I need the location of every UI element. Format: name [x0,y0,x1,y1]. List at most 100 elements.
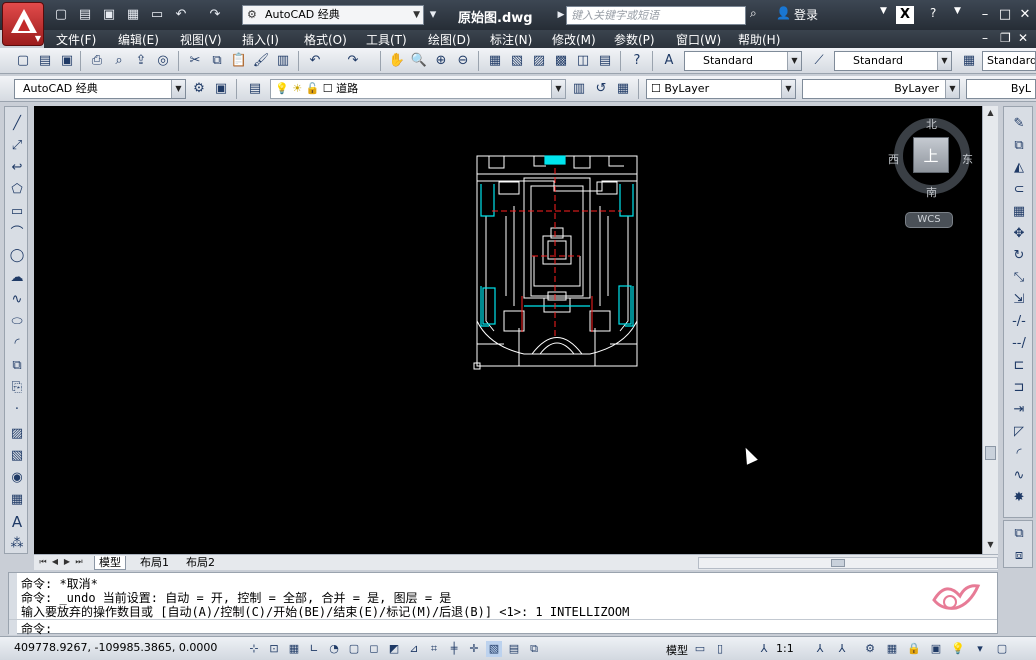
horizontal-scrollbar[interactable] [698,557,998,569]
break-icon[interactable]: ⊐ [1009,379,1029,397]
signin-link[interactable]: 登录 [794,6,818,23]
match-properties-icon[interactable]: 🖌 [252,52,270,70]
dynamic-input-icon[interactable]: ⌗ [426,641,442,657]
fillet-icon[interactable]: ◜ [1009,445,1029,463]
3d-dwf-icon[interactable]: ◎ [154,52,172,70]
properties-icon[interactable]: ▦ [486,52,504,70]
layer-state-icon[interactable]: ▦ [614,80,632,98]
zoom-realtime-icon[interactable]: 🔍 [410,52,428,70]
compass-west[interactable]: 西 [888,151,899,167]
vertical-scroll-thumb[interactable] [985,446,996,460]
menu-view[interactable]: 视图(V) [180,31,222,48]
menu-insert[interactable]: 插入(I) [242,31,279,48]
application-status-menu-icon[interactable]: ▾ [972,641,988,657]
auto-scale-icon[interactable]: ⅄ [834,641,850,657]
rotate-icon[interactable]: ↻ [1009,247,1029,265]
arc-icon[interactable]: ⌒ [7,225,27,243]
point-icon[interactable]: · [7,401,27,419]
compass-north[interactable]: 北 [926,116,937,132]
open-icon[interactable]: ▤ [36,52,54,70]
ellipse-icon[interactable]: ⬭ [7,313,27,331]
plot-icon[interactable]: ⎙ [88,52,106,70]
snap-mode-icon[interactable]: ⊡ [266,641,282,657]
previous-tab-icon[interactable]: ◀ [50,557,60,568]
zoom-window-icon[interactable]: ⊕ [432,52,450,70]
scroll-down-icon[interactable]: ▼ [985,540,996,551]
paste-icon[interactable]: 📋 [230,52,248,70]
save-as-icon[interactable]: ▦ [124,6,142,24]
doc-minimize-icon[interactable]: – [982,31,988,45]
lock-icon[interactable]: 🔒 [906,641,922,657]
horizontal-scroll-thumb[interactable] [831,559,845,567]
menu-tools[interactable]: 工具(T) [366,31,407,48]
lineweight-display-icon[interactable]: ╪ [446,641,462,657]
make-layer-current-icon[interactable]: ▥ [570,80,588,98]
mirror-icon[interactable]: ◭ [1009,159,1029,177]
menu-edit[interactable]: 编辑(E) [118,31,159,48]
menu-help[interactable]: 帮助(H) [738,31,780,48]
redo-icon[interactable]: ↷ [344,52,362,70]
next-tab-icon[interactable]: ▶ [62,557,72,568]
insert-block-icon[interactable]: ⧉ [7,357,27,375]
menu-window[interactable]: 窗口(W) [676,31,721,48]
layer-previous-icon[interactable]: ↺ [592,80,610,98]
layer-select[interactable]: 💡 ☀ 🔓 ☐ 道路 ▼ [270,79,566,99]
3d-object-snap-icon[interactable]: ◻ [366,641,382,657]
signin-dropdown-icon[interactable]: ▼ [880,6,887,16]
undo-icon[interactable]: ↶ [306,52,324,70]
open-icon[interactable]: ▤ [76,6,94,24]
exchange-icon[interactable]: X [896,6,914,24]
workspace-select[interactable]: ⚙ AutoCAD 经典 ▼ [242,5,424,25]
trim-icon[interactable]: -/- [1009,313,1029,331]
polar-tracking-icon[interactable]: ◔ [326,641,342,657]
construction-line-icon[interactable]: ⤢ [7,137,27,155]
first-tab-icon[interactable]: ⏮ [38,557,48,568]
tab-model[interactable]: 模型 [94,556,126,570]
layer-manager-icon[interactable]: ▤ [246,80,264,98]
object-snap-icon[interactable]: ▢ [346,641,362,657]
menu-parametric[interactable]: 参数(P) [614,31,655,48]
new-icon[interactable]: ▢ [52,6,70,24]
close-icon[interactable]: ✕ [1016,6,1034,24]
make-block-icon[interactable]: ⎘ [7,379,27,397]
table-style-select[interactable]: Standard [982,51,1036,71]
vertical-scrollbar[interactable]: ▲ ▼ [982,106,998,554]
redo-icon[interactable]: ↷ [206,6,224,24]
dynamic-ucs-icon[interactable]: ⊿ [406,641,422,657]
circle-icon[interactable]: ◯ [7,247,27,265]
design-center-icon[interactable]: ▧ [508,52,526,70]
doc-close-icon[interactable]: ✕ [1018,31,1028,45]
selection-cycling-icon[interactable]: ⧉ [526,641,542,657]
break-at-point-icon[interactable]: ⊏ [1009,357,1029,375]
undo-icon[interactable]: ↶ [172,6,190,24]
polygon-icon[interactable]: ⬠ [7,181,27,199]
menu-format[interactable]: 格式(O) [304,31,347,48]
add-selected-icon[interactable]: ⁂ [7,535,27,553]
calculator-icon[interactable]: ▤ [596,52,614,70]
annotation-scale-icon[interactable]: ⅄ [756,641,772,657]
binoculars-icon[interactable]: ⌕ [750,6,757,21]
zoom-previous-icon[interactable]: ⊖ [454,52,472,70]
scroll-up-icon[interactable]: ▲ [985,108,996,119]
maximize-icon[interactable]: □ [996,6,1014,24]
sheet-set-icon[interactable]: ▩ [552,52,570,70]
menu-draw[interactable]: 绘图(D) [428,31,471,48]
quick-properties-icon[interactable]: ▤ [506,641,522,657]
crosshair-icon[interactable]: ✛ [466,641,482,657]
blend-curves-icon[interactable]: ∿ [1009,467,1029,485]
color-select[interactable]: ☐ ByLayer ▼ [646,79,796,99]
last-tab-icon[interactable]: ⏭ [74,557,84,568]
command-input[interactable]: 命令: [9,619,997,636]
workspace-combo[interactable]: AutoCAD 经典 ▼ [14,79,186,99]
clean-screen-icon[interactable]: ▢ [994,641,1010,657]
plot-icon[interactable]: ▭ [148,6,166,24]
transparency-icon[interactable]: ▧ [486,641,502,657]
new-icon[interactable]: ▢ [14,52,32,70]
compass-east[interactable]: 东 [962,151,973,167]
wcs-menu-button[interactable]: WCS [905,212,953,228]
annotation-scale-value[interactable]: 1:1 [776,642,794,655]
pan-icon[interactable]: ✋ [388,52,406,70]
workspace-save-icon[interactable]: ▣ [212,80,230,98]
region-icon[interactable]: ◉ [7,469,27,487]
cut-icon[interactable]: ✂ [186,52,204,70]
